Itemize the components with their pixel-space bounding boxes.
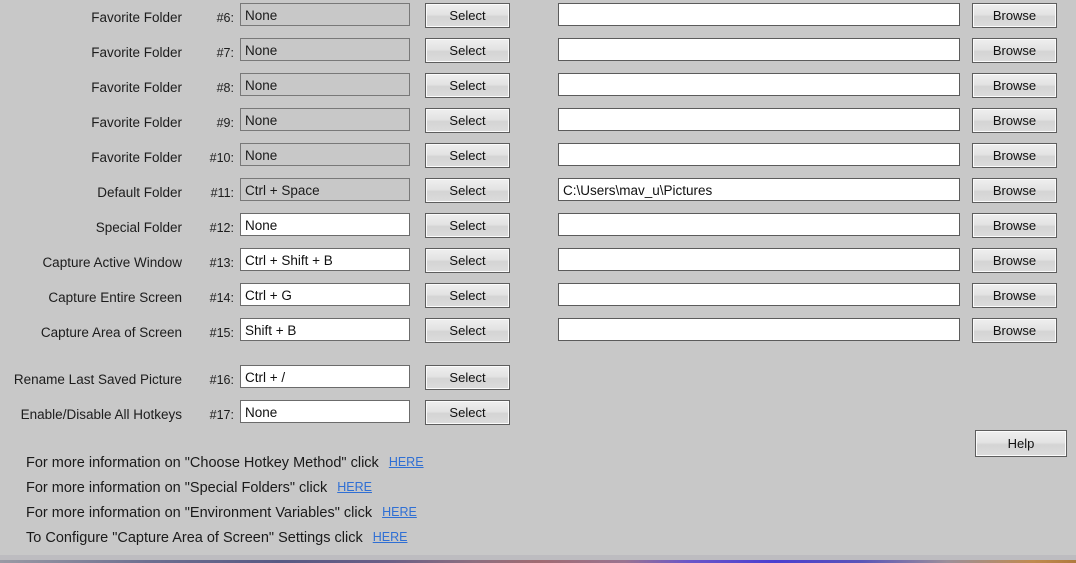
hotkey-row: Favorite Folder #6: None Select Browse — [0, 3, 1076, 38]
hotkey-row-label: Capture Area of Screen — [40, 325, 182, 340]
hotkey-row: Default Folder #11: Ctrl + Space Select C:\U… — [0, 178, 1076, 213]
hotkey-row-label: Capture Entire Screen — [48, 290, 182, 305]
select-button[interactable]: Select — [425, 3, 510, 28]
browse-button[interactable]: Browse — [972, 73, 1057, 98]
information-text: To Configure "Capture Area of Screen" Se… — [26, 530, 363, 546]
hotkey-row-number: #14: — [209, 291, 234, 305]
hotkey-row-label: Enable/Disable All Hotkeys — [20, 407, 182, 422]
folder-path-input[interactable] — [558, 73, 960, 96]
folder-path-input[interactable] — [558, 143, 960, 166]
hotkey-row: Capture Entire Screen #14: Ctrl + G Select B… — [0, 283, 1076, 318]
select-button[interactable]: Select — [425, 365, 510, 390]
hotkey-input[interactable]: Ctrl + Space — [240, 178, 410, 201]
information-line: For more information on "Environment Var… — [26, 505, 417, 521]
hotkey-row-label: Default Folder — [97, 185, 182, 200]
hotkey-row: Favorite Folder #9: None Select Browse — [0, 108, 1076, 143]
folder-path-input[interactable] — [558, 213, 960, 236]
browse-button[interactable]: Browse — [972, 143, 1057, 168]
background-window-strip — [0, 555, 1076, 563]
hotkey-row: Favorite Folder #8: None Select Browse — [0, 73, 1076, 108]
browse-button[interactable]: Browse — [972, 178, 1057, 203]
hotkey-row-number: #17: — [209, 408, 234, 422]
here-link[interactable]: HERE — [382, 505, 417, 519]
help-button[interactable]: Help — [975, 430, 1067, 457]
hotkey-input[interactable]: None — [240, 400, 410, 423]
information-text: For more information on "Choose Hotkey M… — [26, 455, 379, 471]
hotkey-row-number: #15: — [209, 326, 234, 340]
hotkey-row-number: #13: — [209, 256, 234, 270]
hotkey-input[interactable]: Ctrl + / — [240, 365, 410, 388]
hotkey-row: Capture Area of Screen #15: Shift + B Selec… — [0, 318, 1076, 353]
hotkey-row: Capture Active Window #13: Ctrl + Shift + … — [0, 248, 1076, 283]
browse-button[interactable]: Browse — [972, 213, 1057, 238]
hotkey-row-number: #7: — [216, 46, 234, 60]
hotkey-row: Rename Last Saved Picture #16: Ctrl + / Sel… — [0, 365, 1076, 400]
hotkey-input[interactable]: Shift + B — [240, 318, 410, 341]
hotkey-input[interactable]: None — [240, 108, 410, 131]
here-link[interactable]: HERE — [373, 530, 408, 544]
hotkey-input[interactable]: None — [240, 73, 410, 96]
hotkey-row-number: #8: — [216, 81, 234, 95]
folder-path-input[interactable] — [558, 283, 960, 306]
hotkey-input[interactable]: None — [240, 3, 410, 26]
browse-button[interactable]: Browse — [972, 283, 1057, 308]
select-button[interactable]: Select — [425, 213, 510, 238]
hotkey-row-label: Favorite Folder — [91, 80, 182, 95]
hotkey-input[interactable]: None — [240, 213, 410, 236]
hotkey-row-label: Rename Last Saved Picture — [13, 372, 182, 387]
select-button[interactable]: Select — [425, 178, 510, 203]
browse-button[interactable]: Browse — [972, 108, 1057, 133]
select-button[interactable]: Select — [425, 143, 510, 168]
hotkey-row-label: Favorite Folder — [91, 150, 182, 165]
hotkey-row-label: Favorite Folder — [91, 115, 182, 130]
browse-button[interactable]: Browse — [972, 318, 1057, 343]
folder-path-input[interactable] — [558, 318, 960, 341]
folder-path-input[interactable] — [558, 108, 960, 131]
here-link[interactable]: HERE — [337, 480, 372, 494]
information-text: For more information on "Environment Var… — [26, 505, 373, 521]
hotkey-row-label: Special Folder — [95, 220, 182, 235]
folder-path-input[interactable] — [558, 3, 960, 26]
hotkey-input[interactable]: None — [240, 38, 410, 61]
browse-button[interactable]: Browse — [972, 38, 1057, 63]
select-button[interactable]: Select — [425, 318, 510, 343]
select-button[interactable]: Select — [425, 108, 510, 133]
hotkey-row-number: #11: — [210, 186, 234, 200]
folder-path-input[interactable] — [558, 248, 960, 271]
folder-path-input[interactable] — [558, 38, 960, 61]
select-button[interactable]: Select — [425, 73, 510, 98]
hotkey-row-number: #10: — [209, 151, 234, 165]
hotkey-row-number: #12: — [209, 221, 234, 235]
select-button[interactable]: Select — [425, 38, 510, 63]
folder-path-input[interactable]: C:\Users\mav_u\Pictures — [558, 178, 960, 201]
hotkey-settings-panel: Favorite Folder #6: None Select Browse Favori… — [0, 0, 1076, 563]
select-button[interactable]: Select — [425, 248, 510, 273]
hotkey-input[interactable]: Ctrl + G — [240, 283, 410, 306]
hotkey-input[interactable]: Ctrl + Shift + B — [240, 248, 410, 271]
browse-button[interactable]: Browse — [972, 248, 1057, 273]
hotkey-input[interactable]: None — [240, 143, 410, 166]
select-button[interactable]: Select — [425, 400, 510, 425]
browse-button[interactable]: Browse — [972, 3, 1057, 28]
information-line: For more information on "Special Folders… — [26, 480, 372, 496]
hotkey-row-label: Favorite Folder — [91, 45, 182, 60]
hotkey-row: Special Folder #12: None Select Browse — [0, 213, 1076, 248]
hotkey-row-label: Capture Active Window — [42, 255, 182, 270]
hotkey-row-label: Favorite Folder — [91, 10, 182, 25]
hotkey-row: Enable/Disable All Hotkeys #17: None Select — [0, 400, 1076, 435]
hotkey-row: Favorite Folder #10: None Select Browse — [0, 143, 1076, 178]
hotkey-row-number: #16: — [209, 373, 234, 387]
hotkey-row: Favorite Folder #7: None Select Browse — [0, 38, 1076, 73]
information-line: For more information on "Choose Hotkey M… — [26, 455, 424, 471]
hotkey-row-number: #9: — [216, 116, 234, 130]
here-link[interactable]: HERE — [389, 455, 424, 469]
hotkey-row-number: #6: — [216, 11, 234, 25]
information-text: For more information on "Special Folders… — [26, 480, 328, 496]
information-line: To Configure "Capture Area of Screen" Se… — [26, 530, 407, 546]
select-button[interactable]: Select — [425, 283, 510, 308]
